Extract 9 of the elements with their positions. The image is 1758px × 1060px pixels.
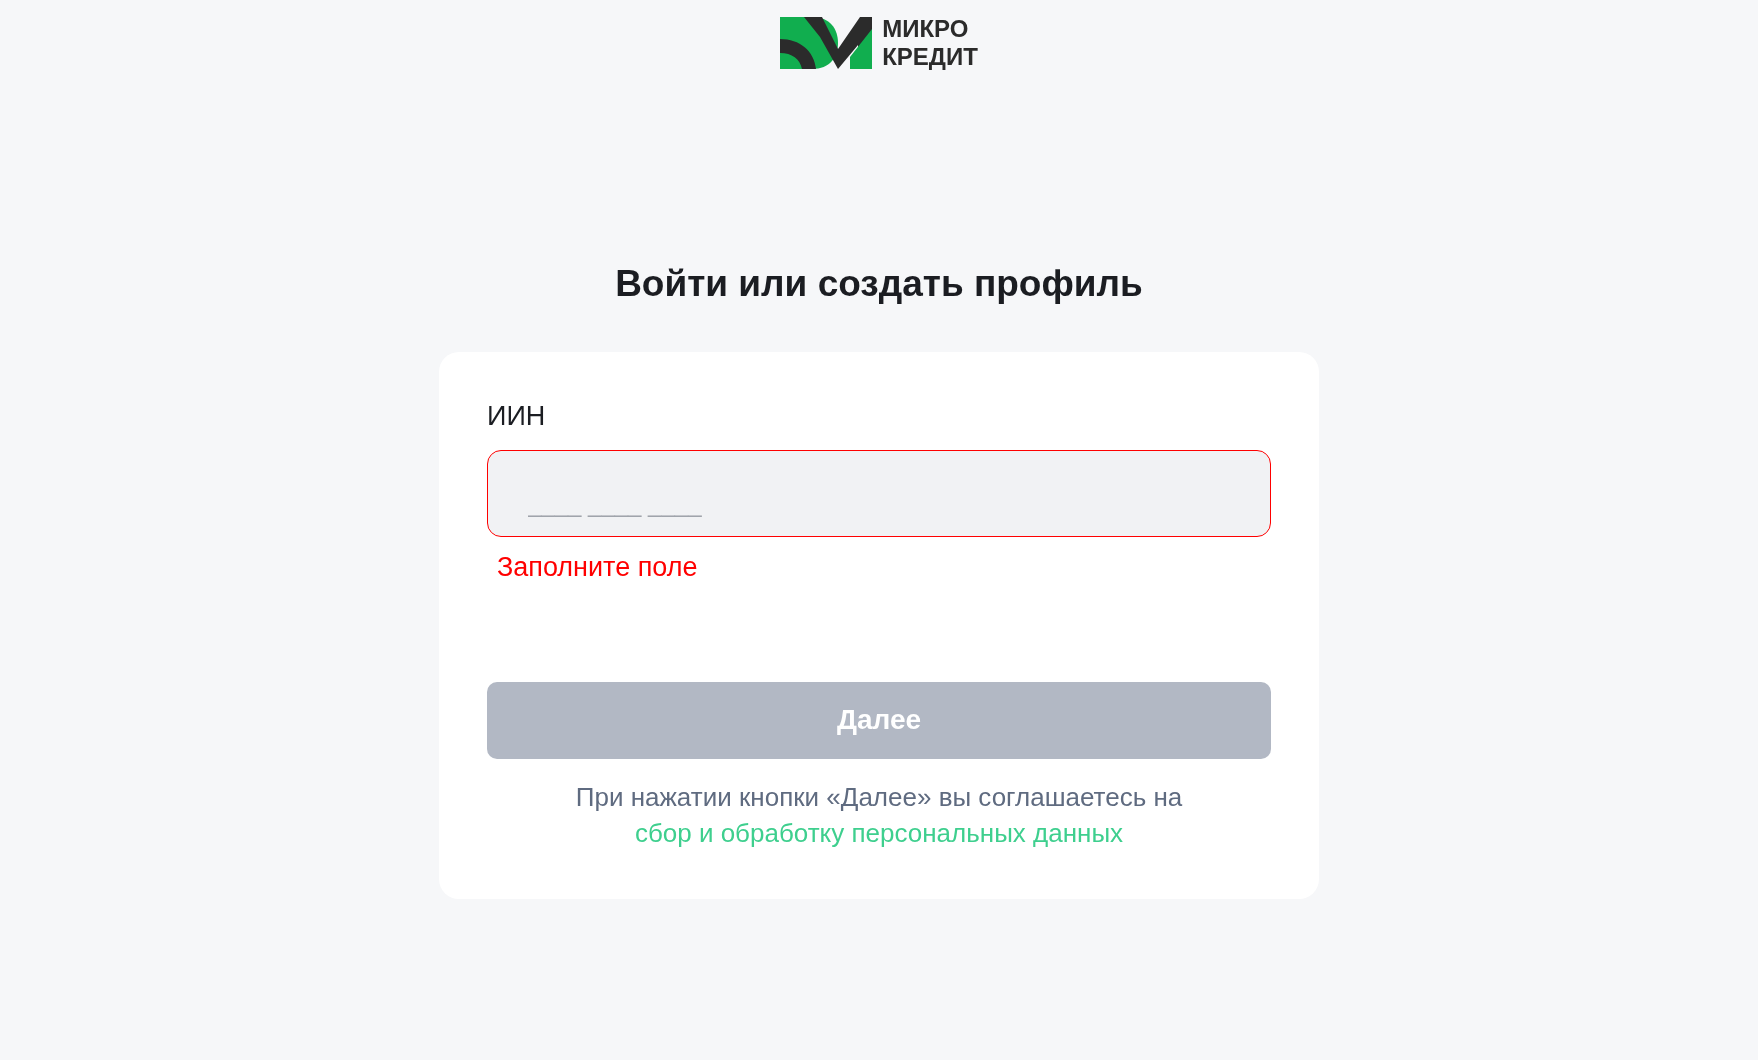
iin-input-field[interactable]: ____ ____ ____ bbox=[487, 450, 1271, 537]
field-label: ИИН bbox=[487, 399, 546, 433]
logo-text: КРЕДИТ bbox=[882, 43, 978, 71]
page-title: Войти или создать профиль bbox=[615, 262, 1143, 306]
error-message: Заполните поле bbox=[497, 551, 698, 584]
consent-link[interactable]: сбор и обработку персональных данных bbox=[634, 814, 1124, 851]
logo-text: МИКРО bbox=[882, 15, 970, 43]
logo-icon bbox=[780, 17, 873, 69]
consent-text: При нажатии кнопки «Далее» вы соглашаетесь на bbox=[575, 780, 1183, 814]
